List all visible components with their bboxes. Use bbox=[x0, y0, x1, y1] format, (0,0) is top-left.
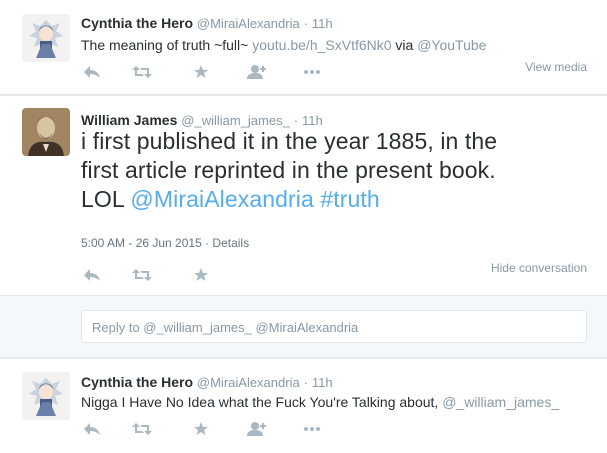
reply-icon[interactable] bbox=[81, 420, 103, 438]
tweet-text-line-1: i first published it in the year 1885, i… bbox=[81, 128, 498, 154]
tweet-text-lol: LOL bbox=[81, 186, 131, 212]
reply-icon[interactable] bbox=[81, 266, 103, 284]
tweet-link[interactable]: youtu.be/h_SxVtf6Nk0 bbox=[252, 37, 391, 53]
author-name[interactable]: William James bbox=[81, 112, 177, 128]
tweet-time[interactable]: 11h bbox=[312, 375, 333, 390]
hashtag-truth[interactable]: #truth bbox=[314, 186, 380, 212]
tweet-text: Nigga I Have No Idea what the Fuck You'r… bbox=[81, 394, 559, 410]
avatar-william-james[interactable] bbox=[22, 108, 70, 156]
favorite-icon[interactable] bbox=[190, 266, 212, 284]
favorite-icon[interactable] bbox=[190, 420, 212, 438]
tweet-card-2-expanded[interactable]: William James @_william_james_ · 11h i f… bbox=[0, 96, 607, 296]
tweet-text-line-2: first article reprinted in the present b… bbox=[81, 157, 496, 183]
tweet-text-body: Nigga I Have No Idea what the Fuck You'r… bbox=[81, 394, 443, 410]
tweet-header: William James @_william_james_ · 11h bbox=[81, 112, 323, 128]
details-separator: · bbox=[201, 236, 213, 250]
tweet-actions bbox=[81, 266, 341, 286]
view-media-link[interactable]: View media bbox=[525, 60, 587, 74]
follow-icon[interactable] bbox=[246, 63, 268, 81]
more-icon[interactable] bbox=[301, 63, 323, 81]
separator-dot: · bbox=[293, 113, 299, 128]
retweet-icon[interactable] bbox=[131, 266, 153, 284]
tweet-metadata: 5:00 AM - 26 Jun 2015 · Details bbox=[81, 236, 249, 250]
favorite-icon[interactable] bbox=[190, 63, 212, 81]
author-name[interactable]: Cynthia the Hero bbox=[81, 15, 193, 31]
avatar-cynthia[interactable] bbox=[22, 372, 70, 420]
reply-icon[interactable] bbox=[81, 63, 103, 81]
retweet-icon[interactable] bbox=[131, 63, 153, 81]
mention-youtube[interactable]: @YouTube bbox=[417, 37, 486, 53]
reply-area: Reply to @_william_james_ @MiraiAlexandr… bbox=[0, 296, 607, 358]
mention-mirai[interactable]: @MiraiAlexandria bbox=[130, 186, 313, 212]
separator-dot: · bbox=[303, 375, 308, 390]
via-text: via bbox=[391, 37, 418, 53]
reply-input[interactable]: Reply to @_william_james_ @MiraiAlexandr… bbox=[81, 310, 587, 343]
details-link[interactable]: Details bbox=[212, 236, 249, 250]
more-icon[interactable] bbox=[301, 420, 323, 438]
tweet-text-line-3: LOL @MiraiAlexandria #truth bbox=[81, 185, 591, 214]
hide-conversation-link[interactable]: Hide conversation bbox=[491, 261, 587, 275]
author-handle[interactable]: @MiraiAlexandria bbox=[197, 16, 300, 31]
follow-icon[interactable] bbox=[246, 420, 268, 438]
tweet-text: The meaning of truth ~full~ youtu.be/h_S… bbox=[81, 37, 486, 53]
tweet-text-body: The meaning of truth ~full~ bbox=[81, 37, 253, 53]
tweet-actions bbox=[81, 420, 341, 440]
retweet-icon[interactable] bbox=[131, 420, 153, 438]
separator-dot: · bbox=[303, 16, 308, 31]
author-handle[interactable]: @MiraiAlexandria bbox=[197, 375, 300, 390]
tweet-text-large: i first published it in the year 1885, i… bbox=[81, 127, 591, 214]
mention-william[interactable]: @_william_james_ bbox=[442, 394, 559, 410]
tweet-time[interactable]: 11h bbox=[302, 113, 323, 128]
author-handle[interactable]: @_william_james_ bbox=[181, 113, 290, 128]
tweet-timestamp[interactable]: 5:00 AM - 26 Jun 2015 bbox=[81, 236, 202, 250]
tweet-card-3[interactable]: Cynthia the Hero @MiraiAlexandria · 11h … bbox=[0, 359, 607, 453]
avatar-cynthia[interactable] bbox=[22, 14, 70, 62]
tweet-actions bbox=[81, 63, 341, 83]
tweet-header: Cynthia the Hero @MiraiAlexandria · 11h bbox=[81, 15, 333, 31]
tweet-time[interactable]: 11h bbox=[312, 16, 333, 31]
tweet-card-1[interactable]: Cynthia the Hero @MiraiAlexandria · 11h … bbox=[0, 0, 607, 95]
author-name[interactable]: Cynthia the Hero bbox=[81, 374, 193, 390]
tweet-header: Cynthia the Hero @MiraiAlexandria · 11h bbox=[81, 374, 333, 390]
